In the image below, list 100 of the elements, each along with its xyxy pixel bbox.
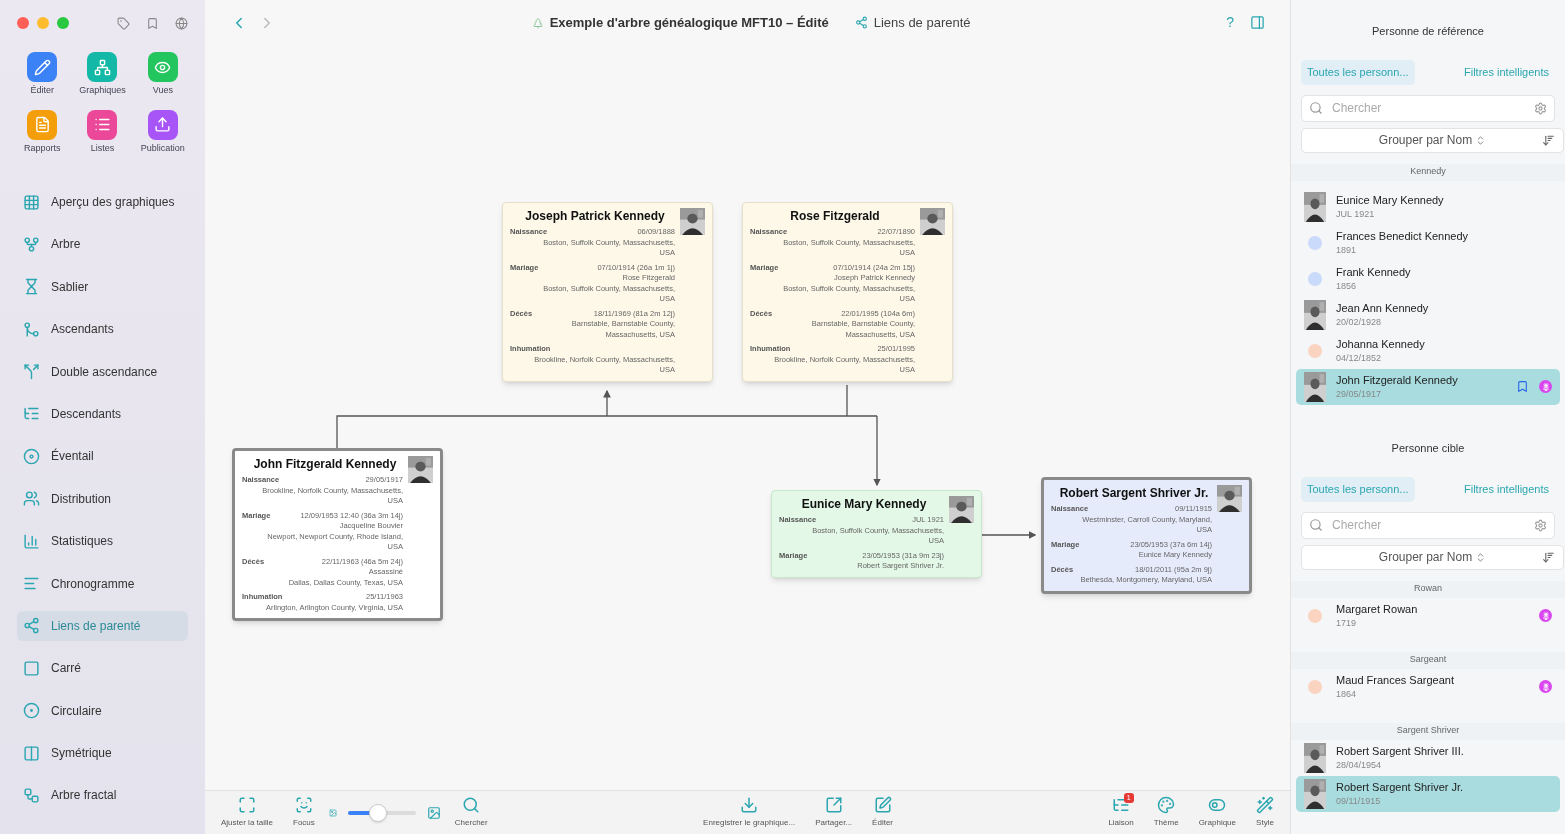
sidebar-item[interactable]: Symétrique — [17, 738, 188, 769]
search-field[interactable]: Chercher — [1301, 94, 1555, 122]
close-icon[interactable] — [17, 17, 29, 29]
sidebar-item[interactable]: Éventail — [17, 441, 188, 472]
sidebar-item[interactable]: Descendants — [17, 398, 188, 429]
person-date: 1891 — [1336, 243, 1358, 257]
settings-icon[interactable] — [1534, 101, 1547, 115]
tool-button[interactable]: Publication — [132, 109, 193, 155]
search-icon — [1309, 517, 1323, 532]
sidebar-item[interactable]: Carré — [17, 653, 188, 684]
person-row[interactable]: John Fitzgerald Kennedy 29/05/1917 — [1296, 368, 1560, 405]
toolbar-button[interactable]: Chercher — [444, 796, 498, 829]
tool-button[interactable]: Graphiques — [72, 52, 133, 98]
toolbar-button[interactable]: Focus — [283, 796, 325, 829]
toolbar-icon — [740, 796, 759, 814]
person-date: 20/02/1928 — [1336, 315, 1383, 329]
person-row[interactable]: Robert Sargent Shriver III. 28/04/1954 — [1296, 739, 1560, 776]
sort-icon[interactable] — [1542, 550, 1555, 564]
tool-button[interactable]: Éditer — [12, 52, 73, 98]
sidebar-item[interactable]: Sablier — [17, 271, 188, 302]
large-image-icon — [426, 805, 441, 820]
sort-icon[interactable] — [1542, 133, 1555, 147]
sidebar-item[interactable]: Arbre — [17, 229, 188, 260]
person-date: 1856 — [1336, 279, 1358, 293]
bookmark-icon[interactable] — [146, 16, 159, 30]
tool-button[interactable]: Vues — [132, 52, 193, 98]
toolbar-button[interactable]: Partager... — [805, 796, 863, 829]
panel-title: Personne de référence — [1372, 23, 1484, 39]
toolbar-icon — [294, 796, 313, 814]
person-date: 04/12/1852 — [1336, 351, 1383, 365]
toolbar-icon — [873, 796, 892, 814]
person-date: 1719 — [1336, 616, 1358, 630]
person-row[interactable]: Jean Ann Kennedy 20/02/1928 — [1296, 296, 1560, 333]
person-card[interactable] — [1041, 477, 1252, 594]
settings-icon[interactable] — [1534, 518, 1547, 532]
group-header: Kennedy — [1291, 163, 1565, 181]
person-row[interactable]: Robert Sargent Shriver Jr. 09/11/1915 — [1296, 775, 1560, 812]
tree-icon — [531, 16, 544, 29]
chart-type-icon — [23, 447, 40, 465]
sidebar-toggle-icon[interactable] — [1250, 15, 1265, 30]
group-header: Sargeant — [1291, 651, 1565, 669]
sidebar-item[interactable]: Chronogramme — [17, 568, 188, 599]
connector-arrow — [981, 531, 1037, 539]
person-name: Johanna Kennedy — [1336, 336, 1426, 351]
group-header: Rowan — [1291, 580, 1565, 598]
person-card[interactable] — [232, 448, 443, 621]
group-by-button[interactable]: Grouper par Nom — [1301, 544, 1564, 570]
person-row[interactable]: Frances Benedict Kennedy 1891 — [1296, 224, 1560, 261]
person-name: Robert Sargent Shriver Jr. — [1336, 779, 1465, 794]
small-image-icon — [328, 808, 337, 817]
tool-button[interactable]: Rapports — [12, 109, 73, 155]
toolbar-button[interactable]: Éditer — [862, 796, 903, 829]
toolbar-button[interactable]: Enregistrer le graphique... — [693, 796, 806, 829]
tag-icon[interactable] — [117, 16, 130, 30]
chart-type-icon — [23, 278, 40, 296]
sidebar-item[interactable]: Circulaire — [17, 695, 188, 726]
person-date: 09/11/1915 — [1336, 794, 1382, 808]
sidebar-item[interactable]: Double ascendance — [17, 356, 188, 387]
person-row[interactable]: Eunice Mary Kennedy JUL 1921 — [1296, 188, 1560, 225]
sidebar-item[interactable]: Distribution — [17, 483, 188, 514]
person-row[interactable]: Margaret Rowan 1719 — [1296, 597, 1560, 634]
person-name: Maud Frances Sargeant — [1336, 672, 1455, 687]
chart-type-icon — [23, 490, 40, 508]
person-date: 28/04/1954 — [1336, 758, 1383, 772]
group-header: Sargent Shriver — [1291, 722, 1565, 740]
toolbar-icon — [1157, 796, 1176, 814]
connector-arrow — [603, 389, 611, 417]
toolbar-icon — [238, 796, 256, 814]
toolbar-icon — [462, 796, 481, 814]
tool-button[interactable]: Listes — [72, 109, 133, 155]
chart-type-icon — [23, 659, 40, 677]
toolbar-icon — [824, 796, 843, 814]
sidebar-item[interactable]: Statistiques — [17, 526, 188, 557]
globe-icon[interactable] — [175, 16, 188, 30]
maximize-icon[interactable] — [57, 17, 69, 29]
relations-icon — [854, 16, 868, 29]
person-name: Robert Sargent Shriver Jr. — [1058, 485, 1210, 501]
view-name: Liens de parenté — [873, 13, 971, 32]
person-name: John Fitzgerald Kennedy — [252, 456, 398, 472]
sidebar-item[interactable]: Aperçu des graphiques — [17, 187, 188, 217]
person-date: JUL 1921 — [1336, 207, 1376, 221]
toolbar-icon — [1256, 796, 1274, 814]
slider-thumb[interactable] — [369, 803, 388, 822]
toolbar-button[interactable]: Ajuster la taille — [211, 796, 284, 829]
connector-arrow — [873, 415, 881, 487]
chart-type-icon — [23, 575, 40, 592]
toolbar-button[interactable]: Style — [1246, 796, 1284, 829]
toolbar-button[interactable]: Thème — [1143, 796, 1189, 829]
sidebar-item[interactable]: Ascendants — [17, 314, 188, 345]
search-field[interactable]: Chercher — [1301, 511, 1555, 539]
person-row[interactable]: Frank Kennedy 1856 — [1296, 260, 1560, 297]
person-name: Frances Benedict Kennedy — [1336, 228, 1470, 243]
chart-type-icon — [23, 193, 40, 211]
person-row[interactable]: Maud Frances Sargeant 1864 — [1296, 668, 1560, 705]
group-by-button[interactable]: Grouper par Nom — [1301, 127, 1564, 153]
sidebar-item[interactable]: Arbre fractal — [17, 780, 188, 811]
toolbar-button[interactable]: Graphique — [1188, 796, 1246, 829]
person-row[interactable]: Johanna Kennedy 04/12/1852 — [1296, 332, 1560, 369]
chart-type-icon — [23, 744, 40, 762]
minimize-icon[interactable] — [37, 17, 49, 29]
